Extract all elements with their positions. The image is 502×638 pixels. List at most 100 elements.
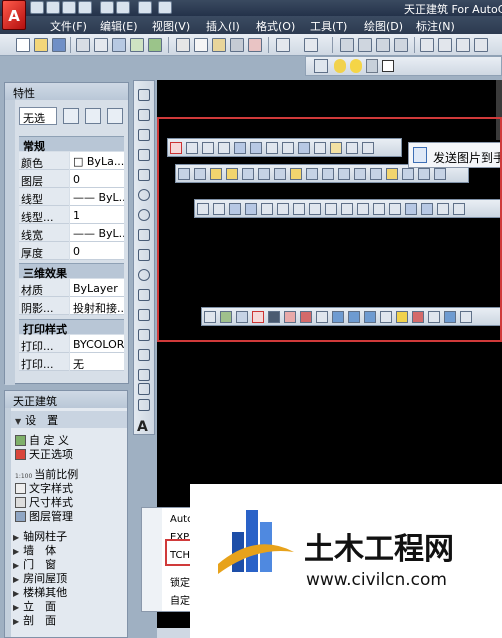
section-plot-style[interactable]: 打印样式 [19, 319, 124, 336]
zoom-realtime-icon[interactable] [358, 38, 372, 52]
property-value[interactable]: ByLayer [70, 279, 124, 297]
submenu-section[interactable]: ▶ 剖 面 [11, 612, 127, 627]
pan-icon[interactable] [340, 38, 354, 52]
menu-text-style[interactable]: 文字样式 [11, 480, 127, 495]
submenu-stairs-other[interactable]: ▶ 楼梯其他 [11, 584, 127, 599]
construction-line-icon[interactable] [138, 109, 150, 121]
property-value[interactable]: 1 [70, 206, 124, 224]
gradient-icon[interactable] [138, 383, 150, 395]
circle-icon[interactable] [138, 209, 150, 221]
publish-icon[interactable] [112, 38, 126, 52]
tool-palettes-icon[interactable] [456, 38, 470, 52]
ellipse-icon[interactable] [138, 269, 150, 281]
property-value[interactable]: 无 [70, 353, 124, 371]
save-as-icon[interactable] [78, 1, 92, 14]
make-block-icon[interactable] [138, 329, 150, 341]
zoom-window-icon[interactable] [376, 38, 390, 52]
arc-icon[interactable] [138, 189, 150, 201]
property-row[interactable]: 打印... 无 [19, 353, 124, 371]
copy-icon[interactable] [194, 38, 208, 52]
menu-current-scale[interactable]: 1:100 当前比例 [11, 466, 127, 481]
sun-icon[interactable] [350, 59, 362, 73]
submenu-axis-column[interactable]: ▶ 轴网柱子 [11, 528, 127, 543]
tianzheng-settings-header[interactable]: ▼ 设 置 [11, 411, 127, 428]
property-row[interactable]: 打印... BYCOLOR [19, 335, 124, 353]
rectangle-icon[interactable] [138, 169, 150, 181]
zoom-previous-icon[interactable] [394, 38, 408, 52]
open-icon[interactable] [46, 1, 60, 14]
menu-view[interactable]: 视图(V) [152, 18, 190, 34]
property-row[interactable]: 图层 0 [19, 170, 124, 188]
properties-side-tab[interactable] [5, 100, 15, 385]
select-objects-icon[interactable] [85, 108, 101, 124]
properties-icon[interactable] [420, 38, 434, 52]
property-value[interactable]: 0 [70, 242, 124, 260]
cut-icon[interactable] [176, 38, 190, 52]
print-icon[interactable] [76, 38, 90, 52]
property-value[interactable]: 投射和接... [70, 297, 124, 315]
block-editor-icon[interactable] [248, 38, 262, 52]
polyline-icon[interactable] [138, 129, 150, 141]
autocomplete-item[interactable]: 锁定 [170, 574, 190, 589]
hatch-icon[interactable] [138, 369, 150, 381]
multiline-text-icon[interactable]: A [137, 419, 148, 435]
toggle-pickadd-icon[interactable] [63, 108, 79, 124]
property-value[interactable]: 0 [70, 170, 124, 188]
property-value[interactable]: —— ByL... [70, 188, 124, 206]
property-row[interactable]: 颜色 □ ByLa... [19, 152, 124, 170]
submenu-elevation[interactable]: ▶ 立 面 [11, 598, 127, 613]
property-row[interactable]: 线型 —— ByL... [19, 188, 124, 206]
save-file-icon[interactable] [52, 38, 66, 52]
menu-layer-manager[interactable]: 图层管理 [11, 508, 127, 523]
submenu-room-roof[interactable]: ▶ 房间屋顶 [11, 570, 127, 585]
property-row[interactable]: 材质 ByLayer [19, 279, 124, 297]
quick-select-icon[interactable] [107, 108, 123, 124]
plot-icon[interactable] [138, 1, 152, 14]
revision-cloud-icon[interactable] [138, 229, 150, 241]
undo-toolbar-icon[interactable] [276, 38, 290, 52]
point-icon[interactable] [138, 349, 150, 361]
menu-tools[interactable]: 工具(T) [310, 18, 347, 34]
menu-file[interactable]: 文件(F) [50, 18, 87, 34]
quick-access-dropdown-icon[interactable] [158, 1, 172, 14]
paste-icon[interactable] [212, 38, 226, 52]
design-center-icon[interactable] [438, 38, 452, 52]
3d-dwf-icon[interactable] [130, 38, 144, 52]
redo-icon[interactable] [116, 1, 130, 14]
spline-icon[interactable] [138, 249, 150, 261]
application-menu-button[interactable]: A [2, 0, 26, 30]
polygon-icon[interactable] [138, 149, 150, 161]
submenu-door-window[interactable]: ▶ 门 窗 [11, 556, 127, 571]
property-row[interactable]: 阴影... 投射和接... [19, 297, 124, 315]
open-file-icon[interactable] [34, 38, 48, 52]
layer-manager-icon[interactable] [314, 59, 328, 73]
property-row[interactable]: 厚度 0 [19, 242, 124, 260]
menu-options[interactable]: 天正选项 [11, 446, 127, 461]
property-row[interactable]: 线宽 —— ByL... [19, 224, 124, 242]
table-icon[interactable] [138, 399, 150, 411]
autocomplete-item[interactable]: 自定 [170, 592, 190, 607]
object-selection-dropdown[interactable]: 无选 [19, 107, 57, 125]
save-icon[interactable] [62, 1, 76, 14]
property-row[interactable]: 线型... 1 [19, 206, 124, 224]
sheet-set-icon[interactable] [474, 38, 488, 52]
menu-dimension[interactable]: 标注(N) [416, 18, 455, 34]
menu-insert[interactable]: 插入(I) [206, 18, 240, 34]
menu-custom[interactable]: 自 定 义 [11, 432, 127, 447]
match-properties-icon[interactable] [230, 38, 244, 52]
section-general[interactable]: 常规 [19, 136, 124, 153]
submenu-wall[interactable]: ▶ 墙 体 [11, 542, 127, 557]
new-icon[interactable] [30, 1, 44, 14]
property-value[interactable]: □ ByLa... [70, 152, 124, 170]
section-3d-effects[interactable]: 三维效果 [19, 263, 124, 280]
property-value[interactable]: —— ByL... [70, 224, 124, 242]
undo-icon[interactable] [100, 1, 114, 14]
property-value[interactable]: BYCOLOR [70, 335, 124, 353]
line-icon[interactable] [138, 89, 150, 101]
insert-block-icon[interactable] [138, 309, 150, 321]
lock-icon[interactable] [366, 59, 378, 73]
redo-toolbar-icon[interactable] [304, 38, 318, 52]
ellipse-arc-icon[interactable] [138, 289, 150, 301]
menu-draw[interactable]: 绘图(D) [364, 18, 403, 34]
menu-edit[interactable]: 编辑(E) [100, 18, 138, 34]
